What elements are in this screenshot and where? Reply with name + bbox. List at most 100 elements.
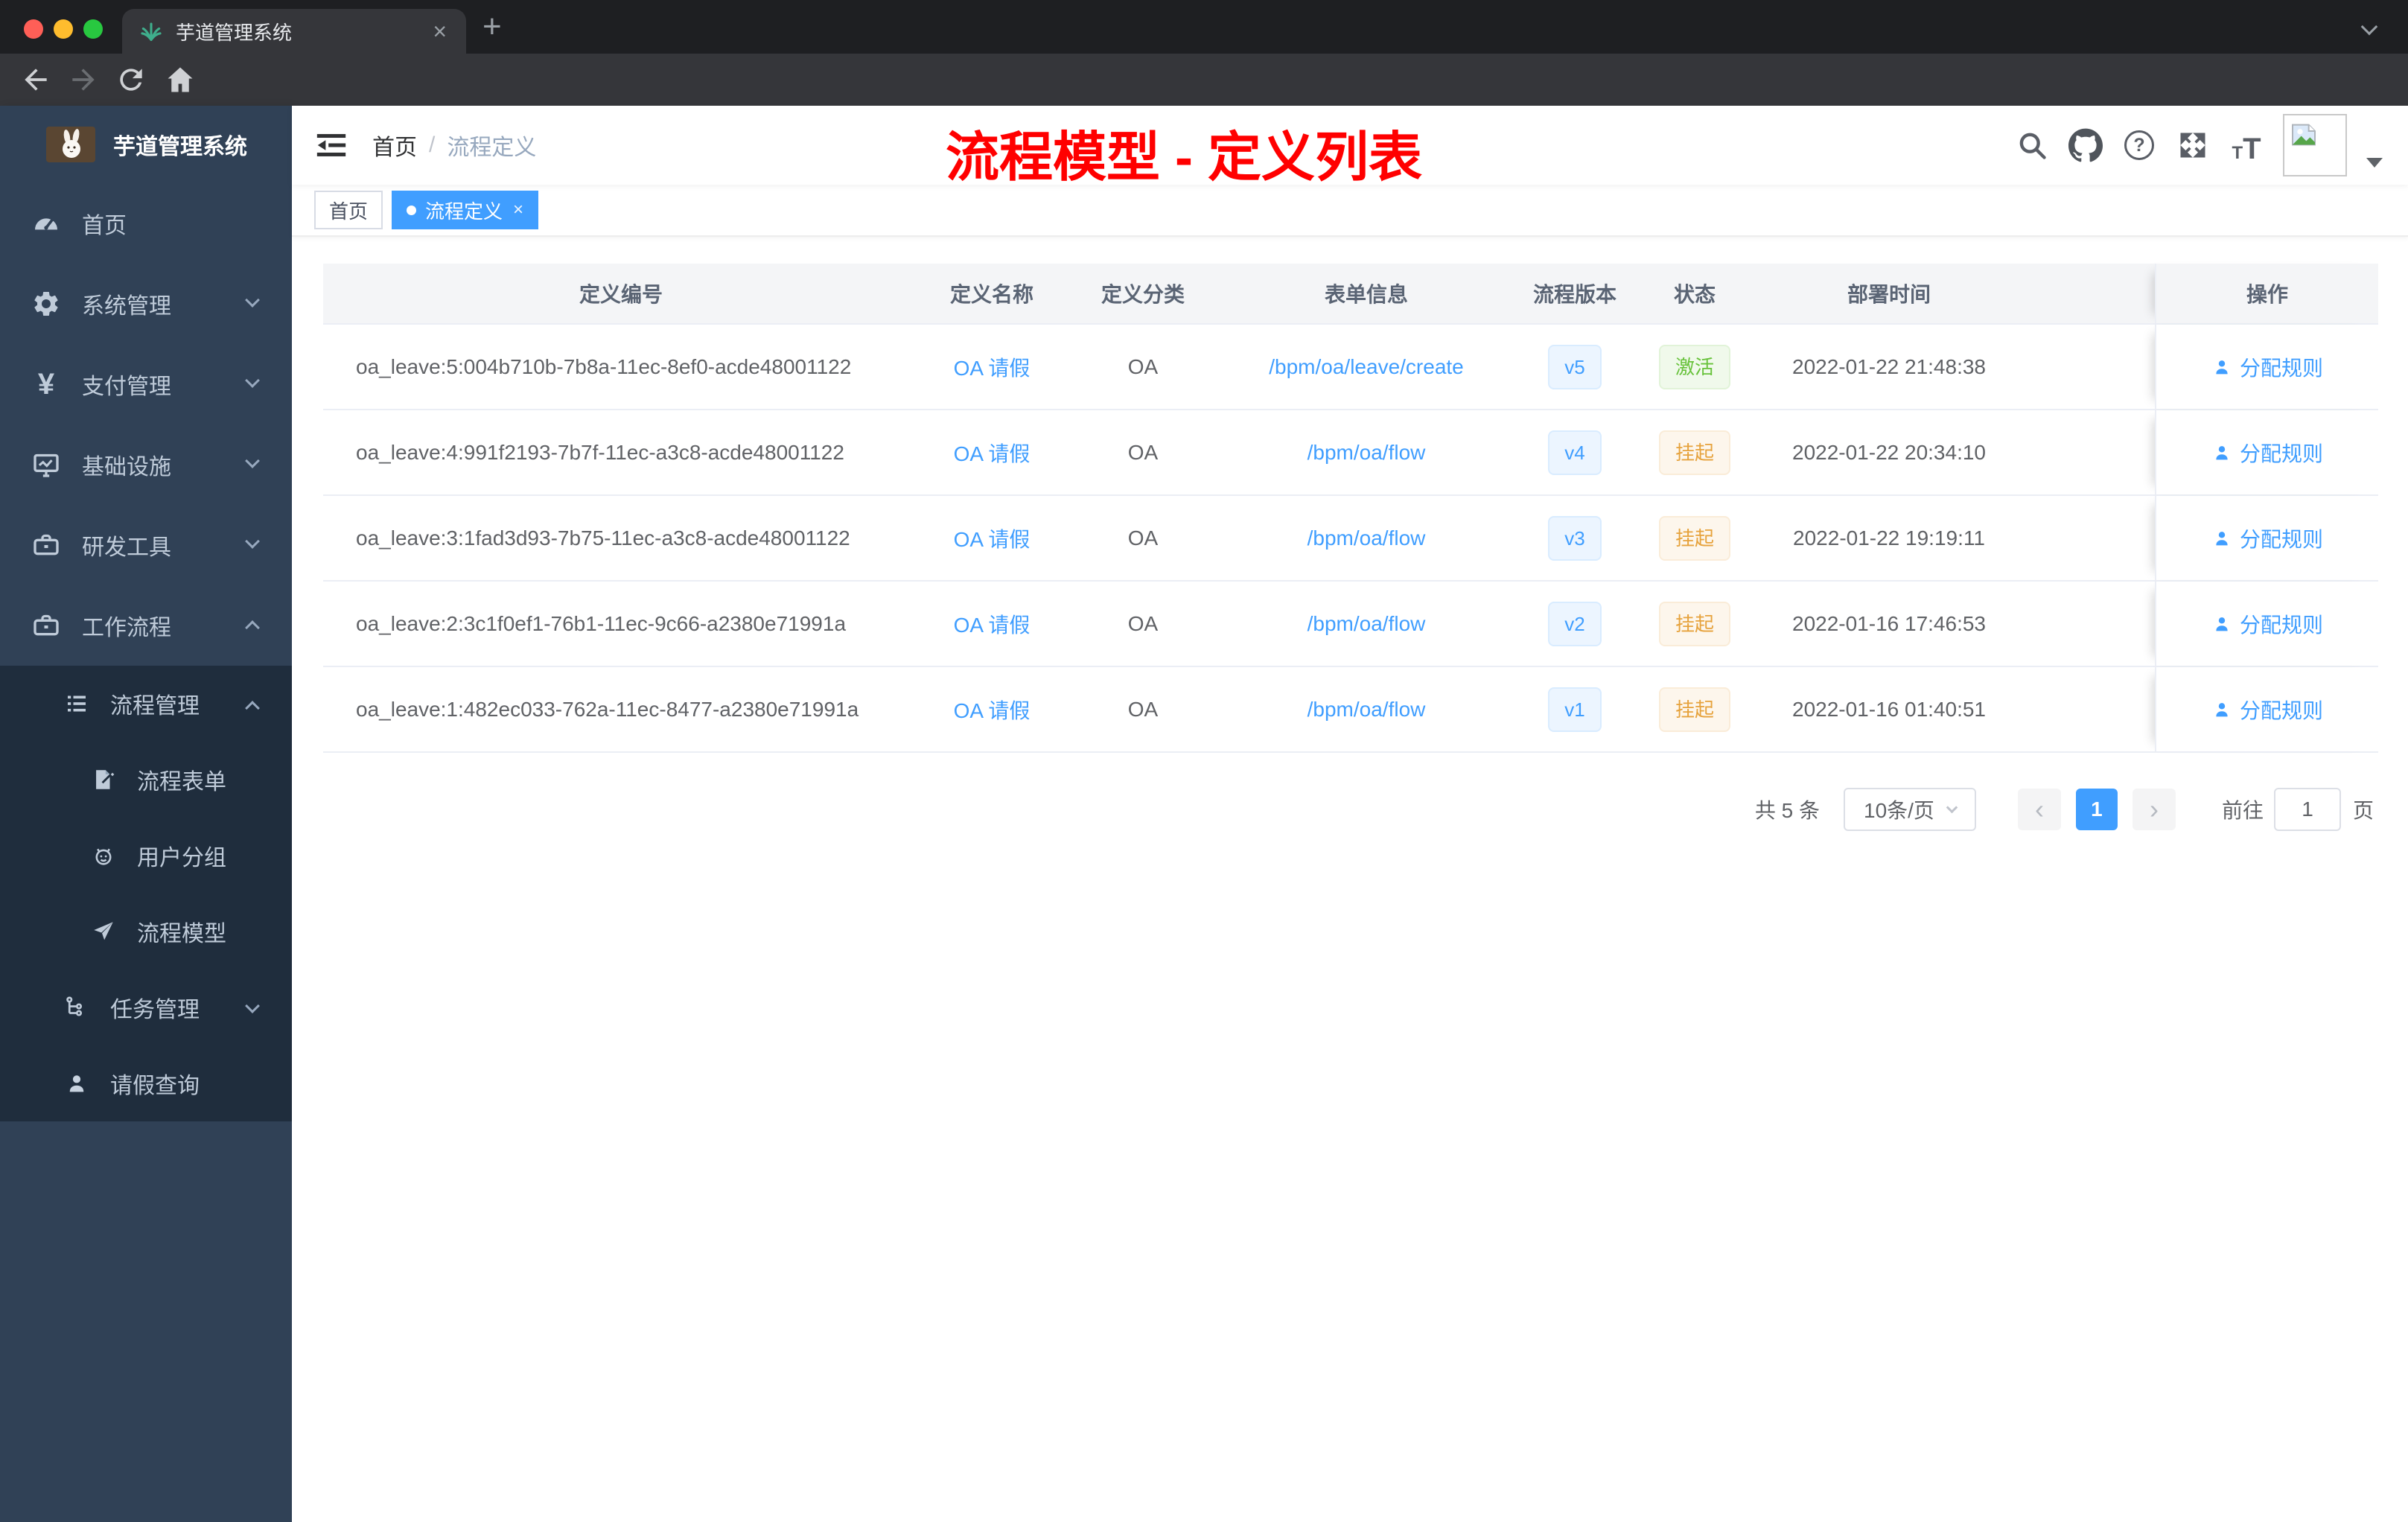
cell-definition-id: oa_leave:2:3c1f0ef1-76b1-11ec-9c66-a2380… [356, 611, 847, 635]
tab-close-icon[interactable]: × [430, 19, 450, 43]
list-icon [63, 690, 91, 718]
sidebar-item-leave-query[interactable]: 请假查询 [0, 1045, 292, 1121]
window-close-button[interactable] [24, 19, 43, 39]
sidebar-item-label: 基础设施 [82, 455, 171, 480]
form-link[interactable]: /bpm/oa/flow [1307, 698, 1426, 722]
form-link[interactable]: /bpm/oa/leave/create [1269, 355, 1464, 379]
yen-icon: ¥ [37, 367, 55, 401]
font-size-icon[interactable]: TT [2229, 128, 2264, 164]
window-minimize-button[interactable] [54, 19, 73, 39]
sidebar-item-workflow[interactable]: 工作流程 [0, 585, 292, 666]
cell-deploy-time: 2022-01-16 01:40:51 [1792, 697, 1986, 721]
form-link[interactable]: /bpm/oa/flow [1307, 612, 1426, 636]
sidebar-item-process-form[interactable]: 流程表单 [0, 742, 292, 818]
tag-process-definition[interactable]: 流程定义 × [392, 191, 539, 229]
goto-page-input[interactable] [2273, 788, 2341, 831]
sidebar: 芋道管理系统 首页 系统管理 ¥ 支付管理 基础设施 研发工具 工作流程 流程管… [0, 106, 292, 1522]
sidebar-item-system[interactable]: 系统管理 [0, 264, 292, 344]
tab-search-chevron-icon[interactable] [2360, 18, 2378, 36]
search-icon[interactable] [2015, 128, 2049, 162]
col-header-status: 状态 [1673, 283, 1716, 306]
user-icon [2216, 531, 2228, 545]
sidebar-toggle-icon[interactable] [314, 128, 348, 162]
sidebar-item-process-model[interactable]: 流程模型 [0, 894, 292, 969]
workflow-submenu: 流程管理 流程表单 用户分组 流程模型 任务管理 请假查询 [0, 666, 292, 1121]
status-badge: 挂起 [1658, 515, 1730, 561]
col-header-name: 定义名称 [949, 283, 1033, 306]
definition-name-link[interactable]: OA 请假 [954, 523, 1031, 553]
cell-deploy-time: 2022-01-22 21:48:38 [1792, 354, 1986, 378]
chevron-up-icon [245, 701, 260, 716]
chevron-down-icon [245, 373, 260, 388]
app-navbar: 首页 / 流程定义 流程模型 - 定义列表 ? T T [292, 106, 2408, 188]
help-icon[interactable]: ? [2122, 128, 2156, 162]
sidebar-item-dev-tools[interactable]: 研发工具 [0, 505, 292, 585]
paper-plane-icon [89, 917, 118, 946]
page-size-select[interactable]: 10条/页 [1843, 788, 1976, 831]
avatar-dropdown-caret-icon[interactable] [2366, 157, 2383, 168]
assign-rule-button[interactable]: 分配规则 [2211, 609, 2323, 639]
assign-rule-button[interactable]: 分配规则 [2211, 438, 2323, 468]
version-badge: v1 [1548, 687, 1602, 732]
sidebar-item-label: 任务管理 [110, 998, 200, 1022]
form-link[interactable]: /bpm/oa/flow [1307, 526, 1426, 550]
chevron-up-icon [245, 620, 260, 635]
definition-name-link[interactable]: OA 请假 [954, 695, 1031, 725]
definition-name-link[interactable]: OA 请假 [954, 609, 1031, 639]
sidebar-item-label: 系统管理 [82, 294, 171, 319]
back-icon[interactable] [19, 63, 52, 96]
assign-rule-button[interactable]: 分配规则 [2211, 695, 2323, 725]
home-icon[interactable] [164, 63, 197, 96]
tree-icon [63, 993, 91, 1022]
form-link[interactable]: /bpm/oa/flow [1307, 441, 1426, 465]
breadcrumb-home[interactable]: 首页 [372, 129, 417, 162]
reload-icon[interactable] [115, 63, 147, 96]
sidebar-item-infrastructure[interactable]: 基础设施 [0, 424, 292, 505]
new-tab-button[interactable]: + [482, 10, 502, 43]
sidebar-item-home[interactable]: 首页 [0, 183, 292, 264]
col-header-deploy-time: 部署时间 [1847, 283, 1931, 306]
chevron-down-icon [245, 453, 260, 468]
cell-definition-id: oa_leave:1:482ec033-762a-11ec-8477-a2380… [356, 697, 859, 721]
sidebar-item-label: 首页 [82, 214, 127, 238]
sidebar-item-label: 工作流程 [82, 616, 171, 640]
version-badge: v4 [1548, 430, 1602, 475]
avatar[interactable] [2283, 114, 2347, 176]
sidebar-item-task-management[interactable]: 任务管理 [0, 969, 292, 1045]
robot-face-icon [89, 841, 118, 870]
status-badge: 激活 [1658, 344, 1730, 389]
tag-close-icon[interactable]: × [513, 200, 523, 220]
plant-favicon-icon [141, 22, 162, 41]
definition-name-link[interactable]: OA 请假 [954, 352, 1031, 382]
sidebar-item-user-group[interactable]: 用户分组 [0, 818, 292, 894]
fullscreen-icon[interactable] [2176, 128, 2210, 162]
briefcase-icon [30, 609, 63, 642]
cell-category: OA [1127, 697, 1159, 721]
assign-rule-button[interactable]: 分配规则 [2211, 523, 2323, 553]
forward-icon[interactable] [67, 63, 100, 96]
dashboard-icon [30, 207, 63, 240]
current-page-button[interactable]: 1 [2075, 789, 2118, 830]
breadcrumb-current: 流程定义 [447, 136, 537, 160]
github-icon[interactable] [2068, 128, 2103, 162]
cell-deploy-time: 2022-01-22 19:19:11 [1793, 526, 1985, 550]
browser-tab[interactable]: 芋道管理系统 × [122, 9, 466, 54]
logo-avatar [46, 127, 95, 162]
tag-home[interactable]: 首页 [314, 191, 383, 229]
window-zoom-button[interactable] [83, 19, 103, 39]
gear-icon [30, 287, 63, 320]
browser-tab-strip: 芋道管理系统 × + [0, 0, 2408, 54]
form-icon [89, 765, 118, 794]
sidebar-item-process-management[interactable]: 流程管理 [0, 666, 292, 742]
next-page-button[interactable]: › [2132, 789, 2176, 830]
definition-name-link[interactable]: OA 请假 [954, 438, 1031, 468]
user-icon [63, 1069, 91, 1098]
tags-view: 首页 流程定义 × [292, 185, 2408, 237]
sidebar-item-label: 研发工具 [82, 535, 171, 560]
prev-page-button[interactable]: ‹ [2017, 789, 2061, 830]
chevron-down-icon [245, 293, 260, 308]
sidebar-item-payment[interactable]: ¥ 支付管理 [0, 344, 292, 424]
app-frame: 芋道管理系统 首页 系统管理 ¥ 支付管理 基础设施 研发工具 工作流程 流程管… [0, 106, 2408, 1522]
assign-rule-button[interactable]: 分配规则 [2211, 352, 2323, 382]
table-row: oa_leave:5:004b710b-7b8a-11ec-8ef0-acde4… [323, 325, 2378, 410]
